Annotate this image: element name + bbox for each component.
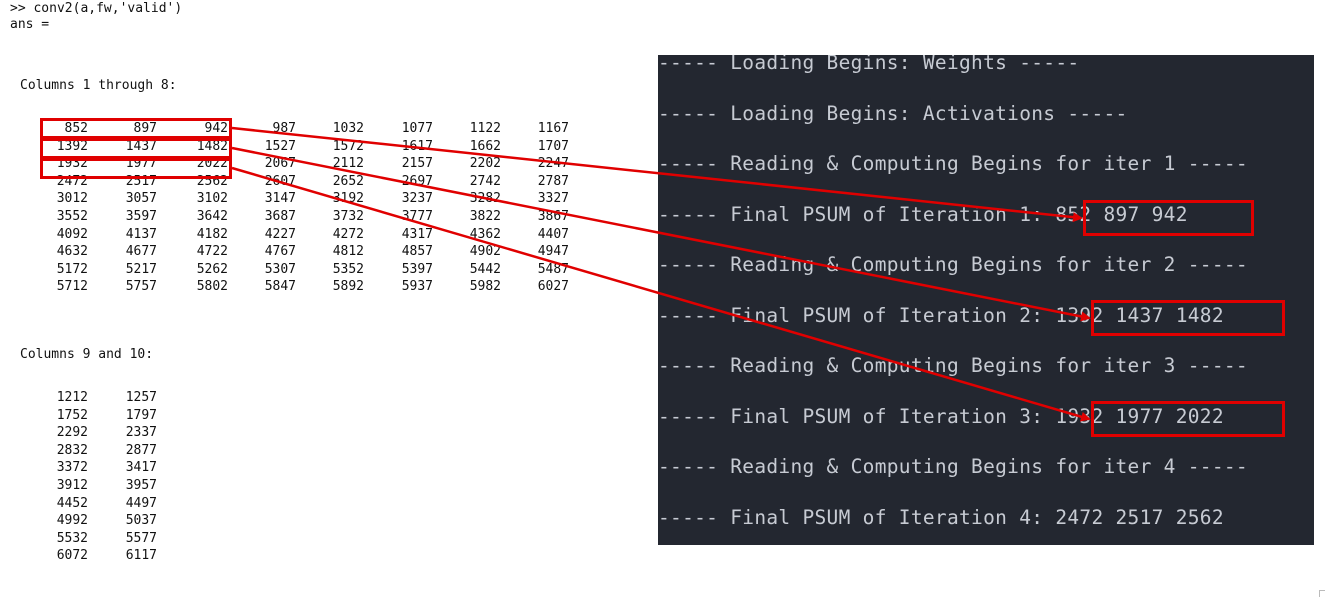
resize-corner bbox=[1319, 590, 1325, 597]
annotation-arrows bbox=[231, 126, 1091, 422]
